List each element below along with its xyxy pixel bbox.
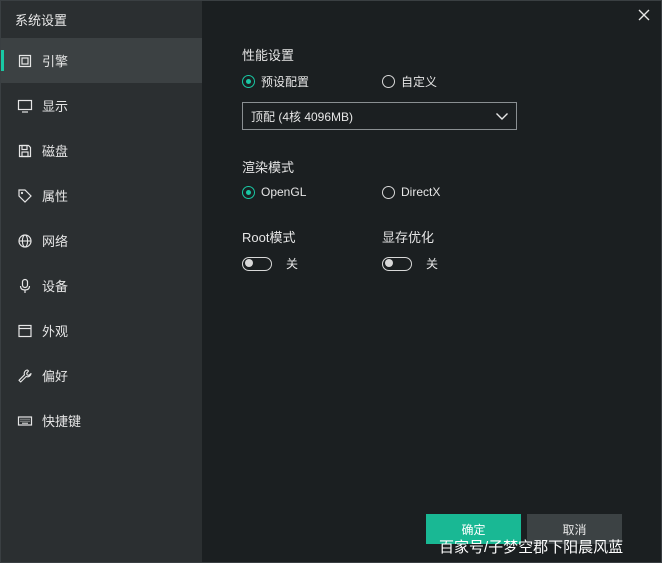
root-mode-toggle[interactable]: 关 [242,255,298,272]
sidebar-item-label: 设备 [42,279,69,294]
chevron-down-icon [494,108,510,124]
sidebar-item-label: 外观 [42,324,69,339]
sidebar-item-appearance[interactable]: 外观 [1,308,202,353]
opengl-label: OpenGL [261,185,307,199]
settings-window: 系统设置 引擎 显示 磁盘 属性 网络 设备 外观 偏好 快捷键 性能设置 预设… [0,0,662,563]
sidebar-item-properties[interactable]: 属性 [1,173,202,218]
monitor-icon [16,97,34,115]
vram-optimize-title: 显存优化 [382,230,435,245]
tag-icon [16,187,34,205]
custom-config-label: 自定义 [401,75,438,89]
radio-indicator [382,185,395,199]
directx-radio[interactable]: DirectX [382,185,440,199]
sidebar-item-label: 属性 [42,189,69,204]
sidebar-item-label: 偏好 [42,369,69,384]
wrench-icon [16,367,34,385]
radio-indicator [242,75,255,88]
performance-section-title: 性能设置 [242,48,295,63]
disk-icon [16,142,34,160]
sidebar-item-engine[interactable]: 引擎 [1,38,202,83]
window-title: 系统设置 [15,13,68,28]
root-mode-title: Root模式 [242,230,296,245]
sidebar-item-label: 网络 [42,234,69,249]
sidebar-nav: 引擎 显示 磁盘 属性 网络 设备 外观 偏好 快捷键 [1,38,202,443]
render-section-title: 渲染模式 [242,160,295,175]
watermark-text: 百家号/子梦空郡下阳晨风蓝 [439,539,624,556]
microphone-icon [16,277,34,295]
globe-icon [16,232,34,250]
chip-icon [16,52,34,70]
sidebar-item-network[interactable]: 网络 [1,218,202,263]
toggle-track [242,256,272,271]
window-icon [16,322,34,340]
keyboard-icon [16,412,34,430]
sidebar-item-label: 显示 [42,99,69,114]
sidebar-item-label: 引擎 [42,54,69,69]
custom-config-radio[interactable]: 自定义 [382,73,437,90]
sidebar-item-device[interactable]: 设备 [1,263,202,308]
sidebar-item-disk[interactable]: 磁盘 [1,128,202,173]
directx-label: DirectX [401,185,441,199]
sidebar-item-label: 快捷键 [42,414,82,429]
preset-config-radio[interactable]: 预设配置 [242,73,309,90]
toggle-track [382,256,412,271]
vram-optimize-state: 关 [426,257,439,271]
settings-content: 性能设置 预设配置 自定义 顶配 (4核 4096MB) 渲染模式 OpenGL… [242,1,642,562]
preset-config-label: 预设配置 [261,75,310,89]
vram-optimize-toggle[interactable]: 关 [382,255,438,272]
sidebar-item-preferences[interactable]: 偏好 [1,353,202,398]
radio-indicator [382,75,395,88]
sidebar: 系统设置 引擎 显示 磁盘 属性 网络 设备 外观 偏好 快捷键 [1,1,202,562]
performance-preset-select[interactable]: 顶配 (4核 4096MB) [242,102,517,130]
sidebar-item-shortcuts[interactable]: 快捷键 [1,398,202,443]
root-mode-state: 关 [286,257,299,271]
opengl-radio[interactable]: OpenGL [242,185,306,199]
sidebar-item-display[interactable]: 显示 [1,83,202,128]
sidebar-item-label: 磁盘 [42,144,69,159]
select-value: 顶配 (4核 4096MB) [251,109,354,124]
radio-indicator [242,185,255,199]
